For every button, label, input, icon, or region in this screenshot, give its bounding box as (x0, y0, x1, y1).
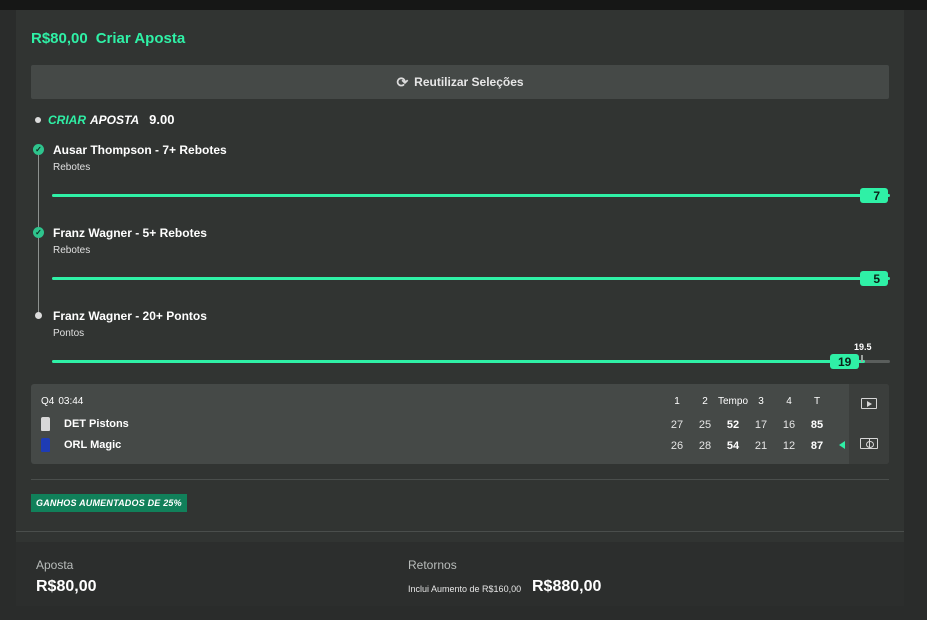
check-circle-icon: ✓ (33, 227, 44, 238)
bet-builder-label: APOSTA (90, 112, 140, 127)
bet-slip-card: R$80,00 Criar Aposta ⟳ Reutilizar Seleçõe… (16, 10, 904, 606)
leg-name: Ausar Thompson - 7+ Rebotes (53, 143, 227, 157)
game-clock: Q4 03:44 (41, 396, 83, 407)
period: Q4 (41, 396, 55, 407)
scoreboard-actions (849, 384, 889, 464)
column-header: T (813, 396, 821, 407)
check-circle-icon: ✓ (33, 144, 44, 155)
current-value-badge: 7 (860, 188, 888, 203)
leg-name: Franz Wagner - 5+ Rebotes (53, 226, 207, 240)
progress-track (52, 277, 890, 280)
score-cell: 16 (782, 419, 796, 431)
team-name: ORL Magic (64, 439, 122, 451)
team-row-home: DET Pistons (41, 417, 129, 431)
progress-track (52, 360, 890, 363)
score-cell: 85 (810, 419, 824, 431)
leg-market: Rebotes (53, 162, 91, 173)
clock: 03:44 (58, 396, 84, 407)
divider (16, 531, 904, 532)
leg-name: Franz Wagner - 20+ Pontos (53, 309, 207, 323)
court-view-icon[interactable] (860, 438, 878, 449)
top-bar (0, 0, 927, 10)
progress-fill (52, 360, 865, 363)
column-header: 3 (758, 396, 764, 407)
target-marker (861, 355, 863, 362)
returns-label: Retornos (408, 558, 457, 572)
score-cell: 52 (726, 419, 740, 431)
progress-track (52, 194, 890, 197)
score-cell: 27 (670, 419, 684, 431)
jersey-icon (41, 438, 50, 452)
play-video-icon[interactable] (861, 398, 877, 409)
live-scoreboard: Q4 03:44 1 2 Tempo 3 4 T DET Pistons 27 2… (31, 384, 889, 464)
team-name: DET Pistons (64, 418, 129, 430)
score-cell: 28 (698, 440, 712, 452)
leg-market: Rebotes (53, 245, 91, 256)
bet-builder-odds: 9.00 (149, 112, 175, 127)
score-cell: 21 (754, 440, 768, 452)
stake-value: R$80,00 (36, 578, 97, 595)
progress-fill (52, 277, 890, 280)
column-header: 1 (674, 396, 680, 407)
bet-summary-footer: Aposta R$80,00 Retornos Inclui Aumento d… (16, 542, 904, 606)
jersey-icon (41, 417, 50, 431)
leg-market: Pontos (53, 328, 85, 339)
divider (31, 479, 889, 480)
current-value-badge: 19 (830, 354, 860, 369)
score-cell: 17 (754, 419, 768, 431)
bullet-icon (35, 116, 41, 123)
returns-value: R$880,00 (532, 578, 602, 595)
score-cell: 87 (810, 440, 824, 452)
score-cell: 26 (670, 440, 684, 452)
team-row-away: ORL Magic (41, 438, 121, 452)
column-header: 4 (786, 396, 792, 407)
reuse-selections-button[interactable]: ⟳ Reutilizar Seleções (31, 65, 889, 99)
current-value-badge: 5 (860, 271, 888, 286)
score-cell: 12 (782, 440, 796, 452)
refresh-icon: ⟳ (396, 73, 409, 90)
score-cell: 25 (698, 419, 712, 431)
header-title: Criar Aposta (95, 30, 186, 47)
progress-fill (52, 194, 890, 197)
reuse-selections-label: Reutilizar Seleções (414, 75, 524, 89)
bet-builder-label-accent: CRIAR (48, 112, 86, 127)
score-cell: 54 (726, 440, 740, 452)
boost-badge: GANHOS AUMENTADOS DE 25% (31, 494, 187, 512)
target-value-label: 19.5 (854, 342, 872, 352)
possession-arrow-icon (839, 441, 845, 449)
returns-boost-note: Inclui Aumento de R$160,00 (408, 584, 522, 594)
pending-dot-icon (35, 312, 42, 319)
bet-slip-header: R$80,00 Criar Aposta (31, 30, 185, 47)
stake-label: Aposta (36, 558, 74, 572)
bet-builder-title: CRIAR APOSTA 9.00 (35, 112, 174, 127)
header-stake: R$80,00 (31, 30, 88, 47)
